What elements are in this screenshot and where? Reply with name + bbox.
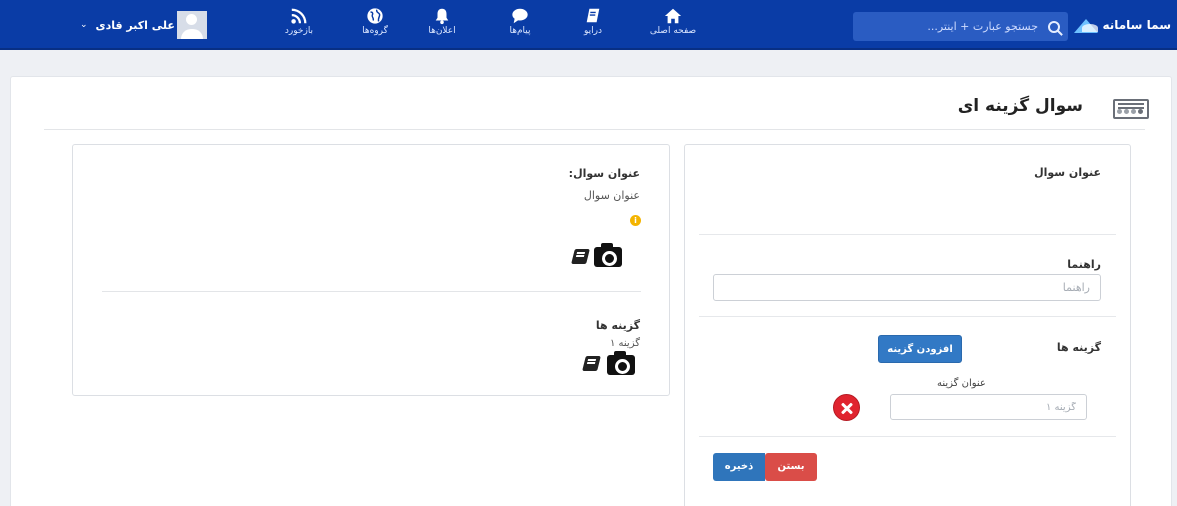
- nav-feedback-label: بازخورد: [284, 26, 314, 36]
- notifications-icon: [435, 8, 449, 25]
- globe-icon: [367, 8, 383, 24]
- nav-home[interactable]: صفحه اصلی: [645, 7, 701, 36]
- user-name: علی اکبر قادی: [95, 18, 175, 32]
- home-icon: [664, 8, 682, 24]
- nav-messages[interactable]: پیام‌ها: [492, 7, 548, 36]
- question-form: عنوان سوال راهنما گزینه ها افزودن گزینه …: [684, 144, 1131, 506]
- options-label: گزینه ها: [1056, 341, 1101, 354]
- page-title: سوال گزینه ای: [957, 96, 1083, 116]
- close-button[interactable]: بستن: [765, 453, 817, 481]
- book-icon[interactable]: [582, 356, 601, 371]
- question-type-icon: [1113, 99, 1149, 119]
- nav-drive[interactable]: درایو: [565, 7, 621, 36]
- info-icon[interactable]: i: [630, 215, 641, 226]
- nav-groups[interactable]: گروه‌ها: [347, 7, 403, 36]
- nav-feedback[interactable]: بازخورد: [271, 7, 327, 36]
- camera-icon[interactable]: [607, 351, 635, 375]
- user-menu[interactable]: علی اکبر قادی ⌄: [80, 10, 207, 40]
- guide-input[interactable]: [713, 274, 1101, 301]
- nav-notifications-label: اعلان‌ها: [428, 26, 456, 36]
- avatar-head: [186, 14, 198, 25]
- search-icon[interactable]: [1048, 20, 1060, 33]
- preview-option-1: گزینه ۱: [610, 338, 640, 349]
- preview-options-label: گزینه ها: [595, 319, 640, 332]
- main-panel: سوال گزینه ای عنوان سوال راهنما گزینه ها…: [10, 76, 1172, 506]
- search-input[interactable]: [868, 20, 1038, 33]
- option-title-label: عنوان گزینه: [937, 378, 986, 389]
- question-title-label: عنوان سوال: [1034, 166, 1101, 179]
- save-button[interactable]: ذخیره: [713, 453, 765, 481]
- avatar-body: [180, 29, 203, 39]
- form-divider: [699, 316, 1116, 317]
- brand-name: سما سامانه: [1102, 18, 1171, 32]
- avatar: [176, 11, 207, 39]
- nav-messages-label: پیام‌ها: [509, 26, 531, 36]
- guide-label: راهنما: [1067, 258, 1101, 271]
- camera-icon[interactable]: [594, 243, 622, 267]
- search-box: [853, 12, 1068, 41]
- option-input[interactable]: [890, 394, 1087, 420]
- preview-divider: [102, 291, 641, 292]
- form-divider: [699, 436, 1116, 437]
- top-navbar: سما سامانه صفحه اصلی درایو پیام‌ها اعلان…: [0, 0, 1177, 50]
- drive-icon: [586, 8, 600, 23]
- form-divider: [699, 234, 1116, 235]
- book-icon[interactable]: [571, 249, 590, 264]
- question-preview: عنوان سوال: عنوان سوال i گزینه ها گزینه …: [72, 144, 670, 396]
- add-option-button[interactable]: افزودن گزینه: [878, 335, 962, 363]
- preview-question-title: عنوان سوال: [583, 189, 640, 202]
- messages-icon: [512, 8, 528, 24]
- remove-option-icon[interactable]: [833, 394, 860, 421]
- nav-groups-label: گروه‌ها: [362, 26, 388, 36]
- brand-logo[interactable]: سما سامانه: [1072, 12, 1171, 38]
- nav-drive-label: درایو: [583, 26, 602, 36]
- brand-logo-icon: [1072, 15, 1100, 35]
- title-divider: [44, 129, 1145, 130]
- nav-home-label: صفحه اصلی: [649, 26, 697, 36]
- chevron-down-icon[interactable]: ⌄: [80, 20, 88, 30]
- nav-notifications[interactable]: اعلان‌ها: [414, 7, 470, 36]
- rss-icon: [291, 8, 307, 24]
- preview-question-title-label: عنوان سوال:: [568, 167, 640, 180]
